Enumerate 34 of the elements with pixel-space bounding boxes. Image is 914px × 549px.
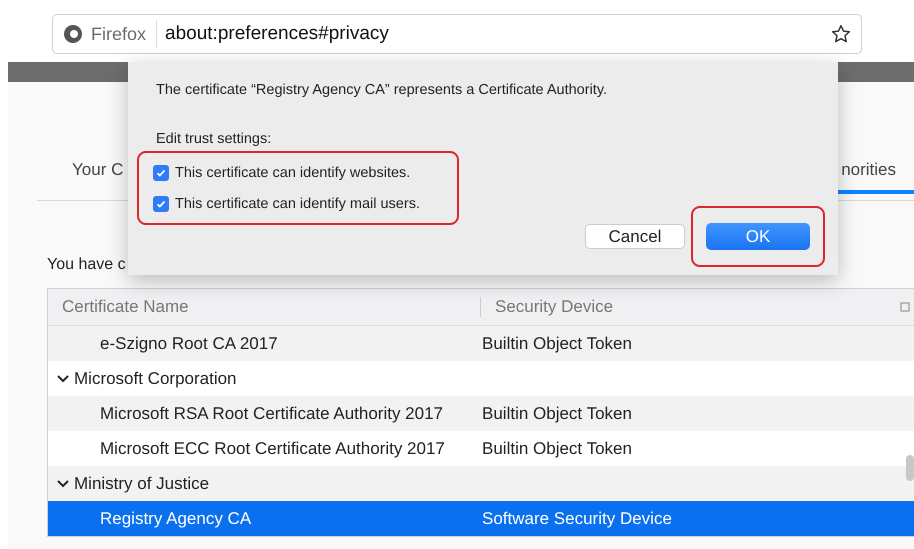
column-header[interactable]: Security Device: [480, 297, 900, 317]
ok-button[interactable]: OK: [706, 223, 810, 250]
checkbox[interactable]: [153, 164, 169, 180]
dialog-message: The certificate “Registry Agency CA” represents a Certificate Authority.: [156, 82, 608, 98]
security-device: Builtin Object Token: [481, 438, 633, 458]
star-icon[interactable]: [831, 24, 851, 44]
checkbox-option[interactable]: This certificate can identify mail users.: [153, 188, 457, 219]
group-name: Microsoft Corporation: [48, 368, 480, 388]
security-device: Software Security Device: [481, 508, 673, 528]
checkbox-option[interactable]: This certificate can identify websites.: [153, 157, 457, 188]
column-header[interactable]: Certificate Name: [48, 297, 480, 317]
security-device: Builtin Object Token: [481, 334, 633, 354]
tree-row[interactable]: Ministry of Justice: [48, 466, 914, 501]
browser-logo-icon: [63, 24, 83, 44]
checkbox[interactable]: [153, 196, 169, 212]
checkmark-icon: [156, 168, 166, 178]
certificate-name: Microsoft ECC Root Certificate Authority 2017: [99, 438, 446, 458]
section-heading: Edit trust settings:: [156, 131, 272, 147]
certificate-name: e-Szigno Root CA 2017: [99, 334, 279, 354]
browser-name: Firefox: [91, 20, 158, 48]
certificate-name: Registry Agency CA: [99, 508, 252, 528]
checkmark-icon: [156, 198, 166, 208]
intro-text: You have c: [47, 256, 127, 274]
tree-row[interactable]: Registry Agency CA Software Security Device: [48, 501, 914, 536]
url-text[interactable]: about:preferences#privacy: [165, 23, 823, 45]
column-picker-icon[interactable]: [900, 302, 910, 312]
group-name: Ministry of Justice: [48, 474, 480, 494]
scrollbar-thumb[interactable]: [906, 455, 914, 481]
address-bar[interactable]: Firefox about:preferences#privacy: [52, 14, 862, 54]
cancel-button[interactable]: Cancel: [585, 224, 685, 249]
tree-row[interactable]: Microsoft RSA Root Certificate Authority 2017 Builtin Object Token: [48, 396, 914, 431]
certificate-name: Microsoft RSA Root Certificate Authority 2017: [99, 404, 444, 424]
tree-row[interactable]: e-Szigno Root CA 2017 Builtin Object Token: [48, 326, 914, 361]
security-device: Builtin Object Token: [481, 404, 633, 424]
